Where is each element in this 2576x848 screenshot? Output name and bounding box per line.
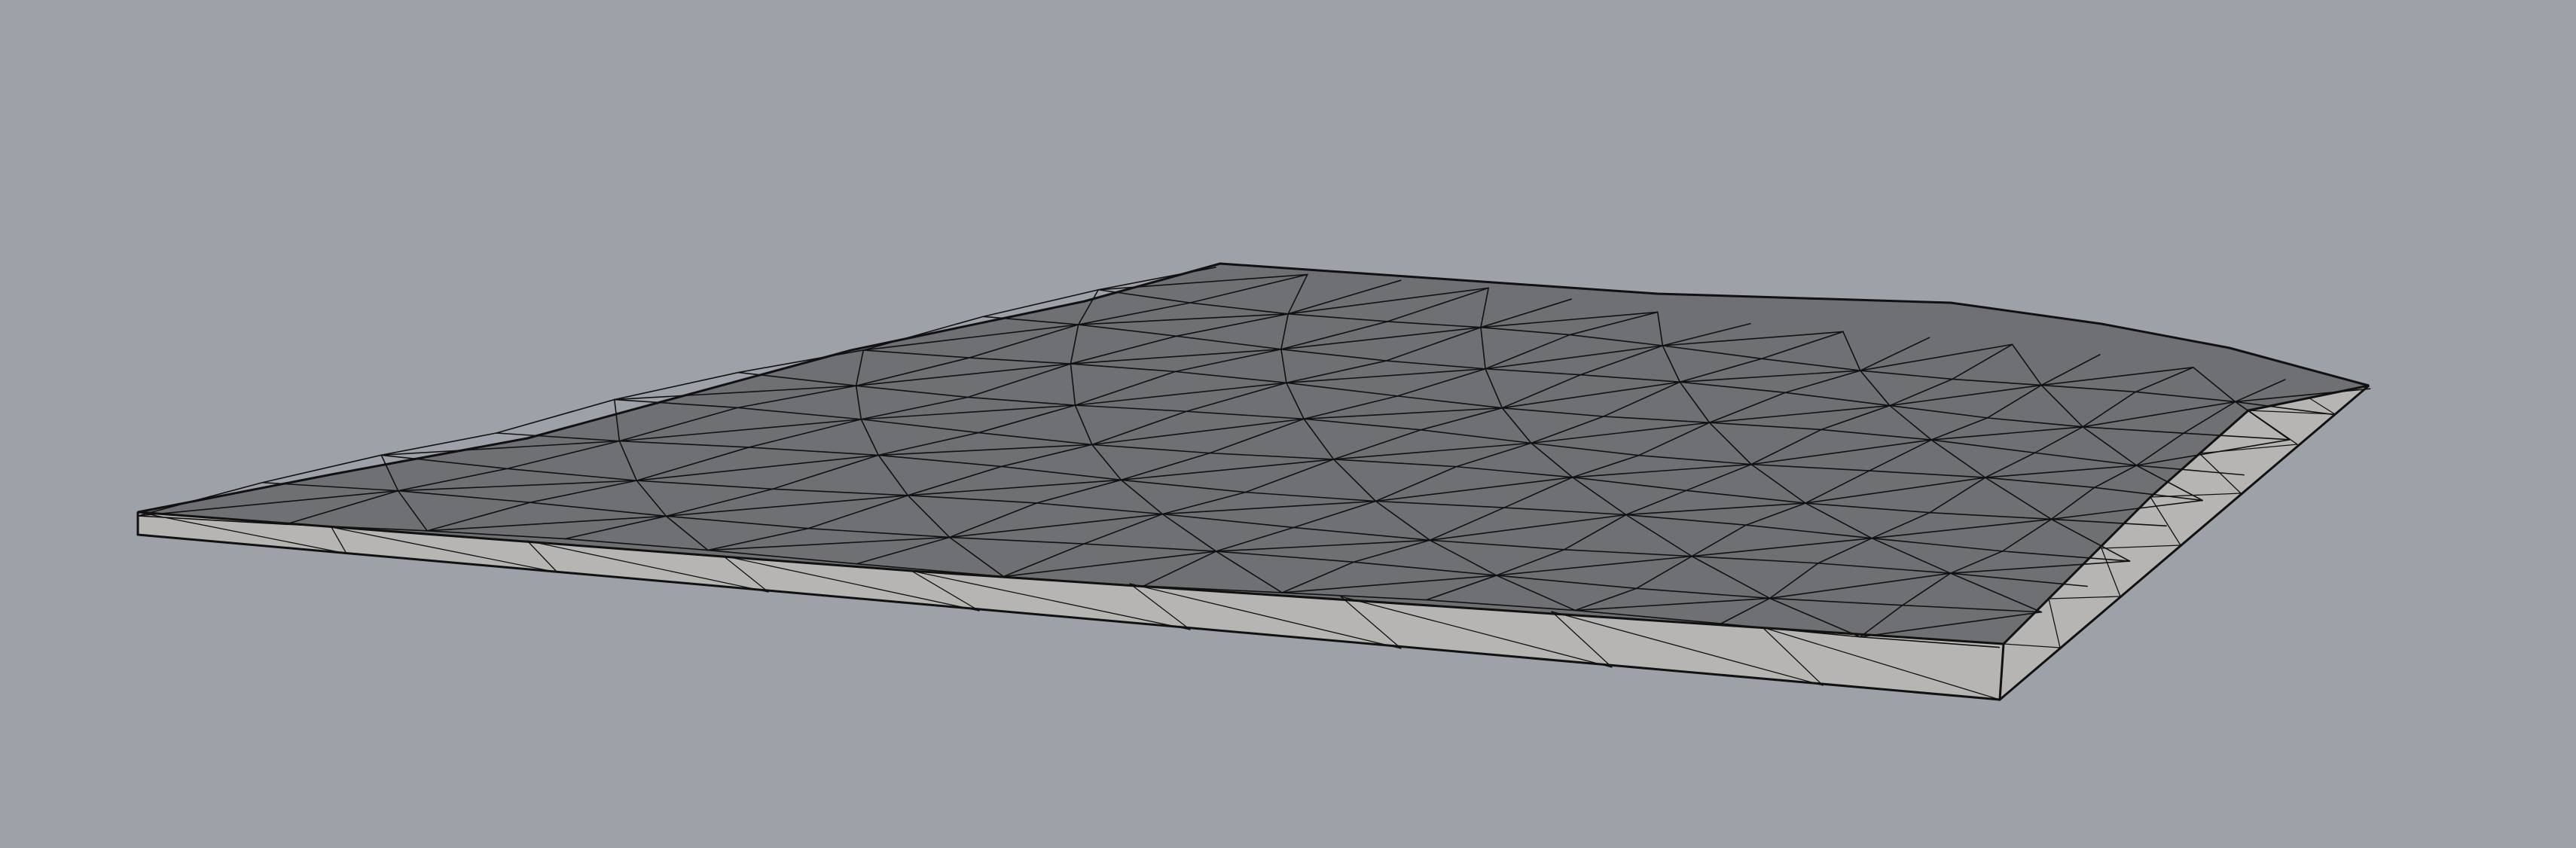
- 3d-viewport[interactable]: [0, 0, 2576, 848]
- viewport-canvas[interactable]: [0, 0, 2576, 848]
